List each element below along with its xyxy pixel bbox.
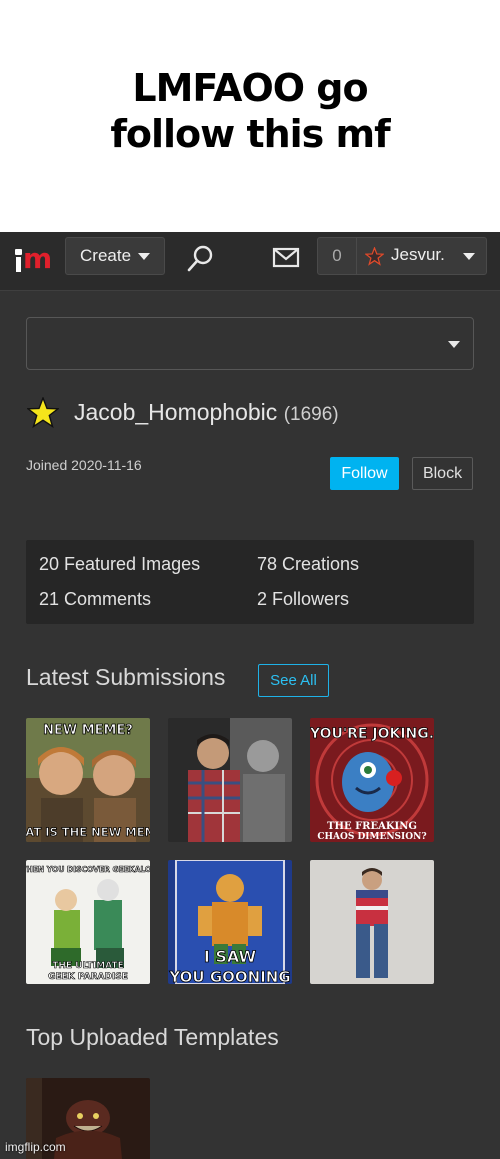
caption-text: LMFAOO go follow this mf (30, 65, 470, 157)
profile-points: (1696) (283, 404, 339, 425)
thumb-4-top-text: WHEN YOU DISCOVER GEEKALOO (26, 865, 150, 874)
mail-icon[interactable] (272, 246, 300, 270)
profile-username: Jacob_Homophobic (1696) (74, 399, 339, 426)
follow-button[interactable]: Follow (330, 457, 399, 490)
user-star-icon (365, 247, 384, 266)
profile-star-icon (27, 397, 59, 429)
logo-m: m (23, 242, 53, 275)
block-button[interactable]: Block (412, 457, 473, 490)
thumb-1-bottom-text: HAT IS THE NEW MEMI (26, 825, 150, 839)
chevron-down-icon (138, 252, 151, 260)
stat-followers[interactable]: 2 Followers (257, 589, 349, 610)
stat-creations[interactable]: 78 Creations (257, 554, 359, 575)
thumb-4-bottom-text-1: THE ULTIMATE (52, 961, 124, 971)
stat-comments[interactable]: 21 Comments (39, 589, 151, 610)
latest-submissions-title: Latest Submissions (26, 664, 226, 690)
meme-caption: LMFAOO go follow this mf (0, 0, 500, 232)
username: Jesvur. (391, 245, 445, 264)
top-navbar: m Create 0 Jesvur. (0, 232, 500, 291)
profile-section-select[interactable] (26, 317, 474, 370)
submission-thumb-3[interactable]: YOU'RE JOKING. THE FREAKING CHAOS DIMENS… (310, 718, 434, 842)
submission-thumb-2[interactable] (168, 718, 292, 842)
profile-screenshot: m Create 0 Jesvur. Jacob_Homophobic (169… (0, 232, 500, 1159)
thumb-3-bottom-text-2: CHAOS DIMENSION? (317, 832, 426, 842)
notification-count[interactable]: 0 (318, 238, 357, 274)
profile-name-text: Jacob_Homophobic (74, 399, 278, 425)
thumb-3-bottom-text-1: THE FREAKING (327, 821, 417, 832)
user-menu[interactable]: 0 Jesvur. (317, 237, 487, 275)
profile-stats: 20 Featured Images 78 Creations 21 Comme… (26, 540, 474, 624)
thumb-4-bottom-text-2: GEEK PARADISE (48, 972, 128, 982)
top-templates-title: Top Uploaded Templates (26, 1024, 279, 1050)
submission-thumb-4[interactable]: WHEN YOU DISCOVER GEEKALOO THE ULTIMATE … (26, 860, 150, 984)
submission-thumb-1[interactable]: NEW MEME? HAT IS THE NEW MEMI (26, 718, 150, 842)
thumb-5-bottom-text-1: I SAW (204, 947, 257, 966)
caption-line-2: follow this mf (110, 112, 390, 156)
stat-featured-images[interactable]: 20 Featured Images (39, 554, 200, 575)
thumb-1-top-text: NEW MEME? (43, 723, 133, 738)
caption-line-1: LMFAOO go (132, 66, 368, 110)
user-chevron-down-icon (463, 253, 475, 260)
submission-thumb-5[interactable]: I SAW YOU GOONING (168, 860, 292, 984)
joined-date: Joined 2020-11-16 (26, 457, 142, 473)
create-button[interactable]: Create (65, 237, 165, 275)
thumb-3-top-text: YOU'RE JOKING. (310, 726, 434, 742)
thumb-5-bottom-text-2: YOU GOONING (168, 968, 290, 984)
imgflip-watermark: imgflip.com (5, 1140, 66, 1154)
logo-i-bar (16, 257, 21, 272)
chevron-down-icon (448, 341, 460, 348)
see-all-button[interactable]: See All (258, 664, 329, 697)
create-label: Create (80, 246, 132, 265)
logo-i-dot (15, 249, 22, 255)
submission-thumb-6[interactable] (310, 860, 434, 984)
imgflip-logo[interactable]: m (14, 242, 53, 275)
search-icon[interactable] (186, 243, 216, 273)
